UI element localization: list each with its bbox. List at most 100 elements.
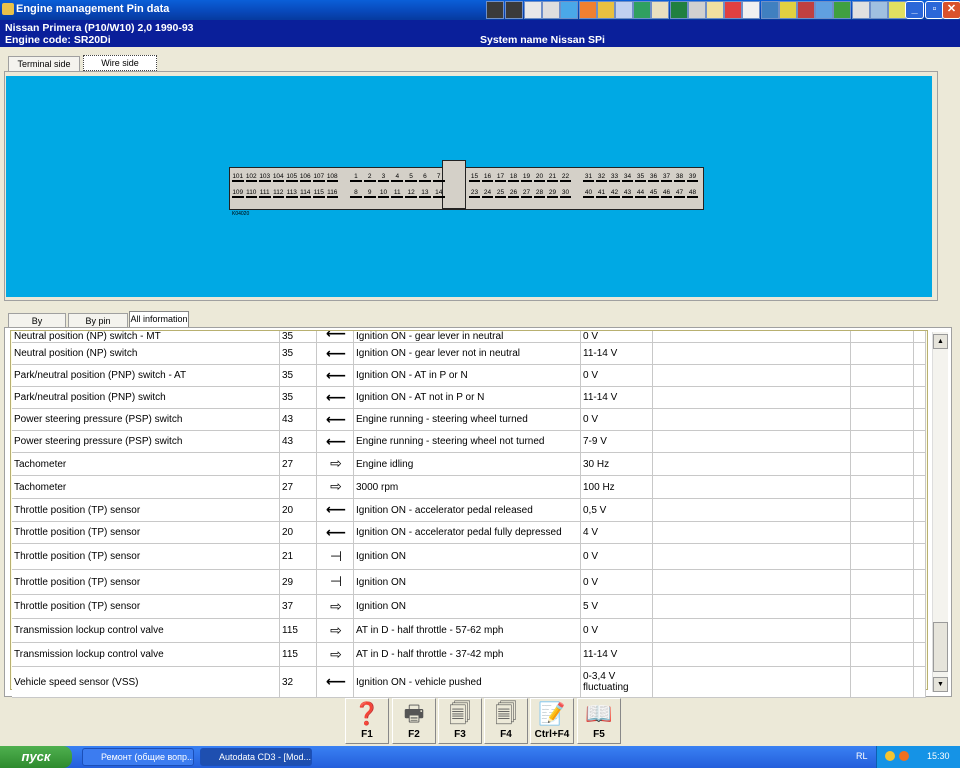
value-cell: 4 V [581,522,653,543]
condition-cell: Ignition ON [354,595,581,618]
table-row[interactable]: Throttle position (TP) sensor 29 ⊣ Ignition… [12,570,926,595]
gauge-icon[interactable] [615,1,633,19]
empty-cell [851,409,914,430]
connector-pin: 115 [313,189,325,198]
image-icon[interactable] [760,1,779,19]
table-row[interactable]: Transmission lockup control valve 115 ⇨ AT … [12,619,926,643]
tab-terminal-side[interactable]: Terminal side [8,56,80,72]
direction-cell: ⇨ [317,643,354,666]
condition-cell: Engine idling [354,453,581,475]
first-icon[interactable] [486,1,504,19]
task-button-2[interactable]: Autodata CD3 - [Mod... [200,748,312,766]
table-row[interactable]: Park/neutral position (PNP) switch - AT 3… [12,365,926,387]
tools-icon[interactable] [596,1,615,19]
empty-cell [914,667,926,697]
info-icon[interactable] [888,1,906,19]
prev-icon[interactable] [505,1,523,19]
connector-pin: 21 [547,173,558,182]
table-row[interactable]: Park/neutral position (PNP) switch 35 ⟵ Ign… [12,387,926,409]
connector-pin: 45 [648,189,659,198]
direction-cell: ⟵ [317,409,354,430]
start-button[interactable]: пуск [0,746,72,768]
window-icon[interactable] [742,1,761,19]
copy-icon: 🗐 [449,702,471,727]
component-cell: Throttle position (TP) sensor [12,544,280,569]
function-key-label: F5 [593,729,605,740]
tab-all-information[interactable]: All information [129,311,189,328]
arrow-left-icon: ⟵ [325,674,347,690]
connector-pin: 102 [245,173,257,182]
function-key-f1[interactable]: ❓ F1 [345,698,389,744]
table-row[interactable]: Power steering pressure (PSP) switch 43 ⟵ E… [12,409,926,431]
table-row[interactable]: Throttle position (TP) sensor 37 ⇨ Ignition… [12,595,926,619]
save-icon[interactable] [669,1,688,19]
connector-pin: 113 [286,189,298,198]
empty-cell [851,619,914,642]
connector-pin: 105 [286,173,298,182]
dial-icon[interactable] [778,1,797,19]
chart-icon[interactable] [560,1,579,19]
tray-icon[interactable] [885,751,895,761]
table-row[interactable]: Throttle position (TP) sensor 21 ⊣ Ignition… [12,544,926,570]
table-row[interactable]: Throttle position (TP) sensor 20 ⟵ Ignition… [12,522,926,544]
scroll-up-icon[interactable]: ▲ [933,334,948,349]
table-row[interactable]: Transmission lockup control valve 115 ⇨ AT … [12,643,926,667]
scroll-down-icon[interactable]: ▼ [933,677,948,692]
empty-cell [851,570,914,594]
table-row[interactable]: Neutral position (NP) switch 35 ⟵ Ignition … [12,343,926,365]
list-icon[interactable] [651,1,670,19]
table-scrollbar[interactable]: ▲ ▼ [932,332,948,692]
settings-icon[interactable] [578,1,597,19]
table-row[interactable]: Tachometer 27 ⇨ 3000 rpm 100 Hz [12,476,926,499]
brush-icon[interactable] [706,1,724,19]
connector-pin: 116 [326,189,338,198]
empty-cell [851,667,914,697]
scroll-thumb[interactable] [933,622,948,672]
table-row[interactable]: Throttle position (TP) sensor 20 ⟵ Ignition… [12,499,926,522]
link-icon[interactable] [869,1,888,19]
connector-pin: 32 [596,173,607,182]
task-button-1[interactable]: Ремонт (общие вопр... [82,748,194,766]
table-row[interactable]: Tachometer 27 ⇨ Engine idling 30 Hz [12,453,926,476]
function-key-f5[interactable]: 📖 F5 [577,698,621,744]
empty-cell [653,570,851,594]
connector-pin: 11 [391,189,404,198]
empty-cell [851,595,914,618]
graph-icon[interactable] [633,1,652,19]
doc-icon[interactable] [542,1,561,19]
connector-pin: 44 [635,189,646,198]
globe-icon[interactable] [833,1,852,19]
value-cell: 100 Hz [581,476,653,498]
function-key-f2[interactable]: 🖶 F2 [392,698,436,744]
empty-cell [851,331,914,342]
close-button[interactable]: ✕ [942,1,960,19]
arrow-left-icon: ⟵ [325,411,347,428]
function-key-f3[interactable]: 🗐 F3 [438,698,482,744]
pen-icon[interactable] [687,1,706,19]
language-indicator[interactable]: RL [856,751,868,761]
tray-icon[interactable] [899,751,909,761]
table-row[interactable]: Power steering pressure (PSP) switch 43 ⟵ E… [12,431,926,453]
table-row[interactable]: Vehicle speed sensor (VSS) 32 ⟵ Ignition ON… [12,667,926,698]
tab-by-pin-number[interactable]: By pin number [68,313,128,341]
empty-cell [914,595,926,618]
warning-icon[interactable] [524,1,542,19]
function-key-label: F1 [361,729,373,740]
function-key-f4[interactable]: 🗐 F4 [484,698,528,744]
component-cell: Throttle position (TP) sensor [12,522,280,543]
pin-cell: 115 [280,619,317,642]
system-tray: 15:30 [876,746,960,768]
notes-icon: 📝 [538,702,566,727]
car-icon[interactable] [797,1,815,19]
tab-wire-side[interactable]: Wire side [83,55,157,71]
component-cell: Tachometer [12,476,280,498]
tab-by-component[interactable]: By component [8,313,66,341]
function-key-ctrl-f4[interactable]: 📝 Ctrl+F4 [530,698,574,744]
alert-icon[interactable] [851,1,870,19]
table-row[interactable]: Neutral position (NP) switch - MT 35 ⟵ Igni… [12,331,926,343]
arrow-left-icon: ⟵ [325,502,347,518]
connector-pin: 9 [363,189,376,198]
flag-icon[interactable] [724,1,743,19]
wrench-icon[interactable] [815,1,834,19]
minimize-button[interactable]: _ [905,1,924,19]
